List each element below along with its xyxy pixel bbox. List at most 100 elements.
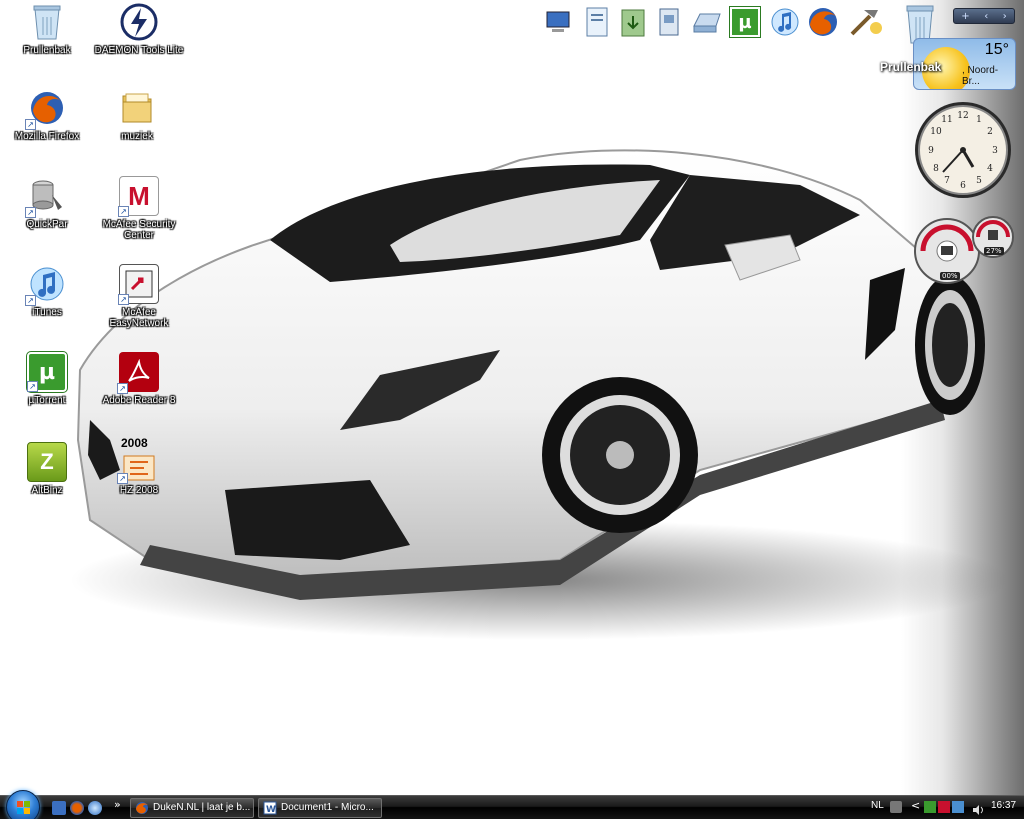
svg-text:1: 1 bbox=[976, 115, 982, 125]
shortcut-arrow-icon: ↗ bbox=[25, 207, 36, 218]
svg-text:6: 6 bbox=[960, 181, 966, 191]
svg-text:5: 5 bbox=[976, 176, 982, 186]
memory-usage-label: 27% bbox=[984, 247, 1004, 255]
dock-item-documents-2[interactable] bbox=[652, 4, 686, 40]
desktop-icon-adobe-reader[interactable]: ↗ Adobe Reader 8 bbox=[94, 352, 184, 406]
quicklaunch-firefox-icon[interactable] bbox=[70, 801, 84, 815]
shortcut-arrow-icon: ↗ bbox=[25, 119, 36, 130]
dock-item-downloads[interactable] bbox=[616, 4, 650, 40]
taskbar-clock[interactable]: 16:37 bbox=[991, 800, 1016, 811]
show-desktop-icon[interactable] bbox=[52, 801, 66, 815]
shortcut-arrow-icon: ↗ bbox=[25, 295, 36, 306]
hz2008-badge: 2008 bbox=[121, 436, 148, 450]
shortcut-arrow-icon: ↗ bbox=[117, 383, 128, 394]
tools-icon bbox=[850, 10, 882, 36]
desktop-icon-hz2008[interactable]: 2008 ↗ HZ 2008 bbox=[94, 436, 184, 496]
svg-text:12: 12 bbox=[957, 111, 968, 121]
mcafee-easynetwork-icon: ↗ bbox=[118, 264, 159, 305]
dock-item-firefox[interactable] bbox=[806, 4, 840, 40]
desktop-icon-quickpar[interactable]: ↗ QuickPar bbox=[2, 176, 92, 230]
word-icon: W bbox=[263, 801, 277, 815]
desktop-icon-label: DAEMON Tools Lite bbox=[94, 45, 184, 56]
svg-text:11: 11 bbox=[941, 115, 952, 125]
desktop-icon-label: AltBinz bbox=[31, 485, 63, 496]
tray-mcafee-icon[interactable] bbox=[938, 801, 950, 813]
shortcut-arrow-icon: ↗ bbox=[118, 294, 129, 305]
drive-icon bbox=[693, 13, 721, 33]
svg-text:2: 2 bbox=[987, 127, 993, 137]
utorrent-glyph: µ bbox=[738, 11, 752, 33]
taskbar: » DukeN.NL | laat je b... W Document1 - … bbox=[0, 790, 1024, 819]
desktop-icon-utorrent[interactable]: µ ↗ µTorrent bbox=[2, 351, 92, 406]
dock-item-computer[interactable] bbox=[542, 4, 576, 40]
tray-utorrent-icon[interactable] bbox=[924, 801, 936, 813]
firefox-icon: ↗ bbox=[25, 88, 67, 130]
keyboard-icon[interactable] bbox=[890, 801, 902, 813]
recycle-bin-icon bbox=[27, 2, 67, 42]
utorrent-icon: µ bbox=[729, 6, 761, 38]
desktop-icon-label: QuickPar bbox=[26, 219, 68, 230]
desktop-icon-label: µTorrent bbox=[28, 395, 66, 406]
desktop-icon-daemon-tools[interactable]: DAEMON Tools Lite bbox=[94, 2, 184, 56]
dock-tooltip-label: Prullenbak bbox=[880, 60, 942, 74]
daemon-tools-icon bbox=[119, 2, 159, 42]
desktop-icon-label: muziek bbox=[121, 131, 153, 142]
desktop-icon-label: Adobe Reader 8 bbox=[102, 395, 176, 406]
downloads-icon bbox=[621, 9, 645, 37]
desktop-icon-itunes[interactable]: ↗ iTunes bbox=[2, 264, 92, 318]
quicklaunch-dock: µ bbox=[540, 2, 950, 46]
start-button[interactable] bbox=[6, 790, 40, 819]
dock-item-itunes[interactable] bbox=[768, 4, 802, 40]
adobe-reader-icon: ↗ bbox=[117, 352, 159, 394]
desktop-icon-mcafee-easynetwork[interactable]: ↗ McAfee EasyNetwork bbox=[94, 264, 184, 329]
quicklaunch-overflow-icon[interactable]: » bbox=[114, 798, 121, 811]
desktop-icon-label: McAfee EasyNetwork bbox=[109, 307, 169, 329]
utorrent-icon: µ ↗ bbox=[26, 351, 68, 393]
firefox-icon bbox=[136, 802, 148, 814]
desktop-icon-label: Mozilla Firefox bbox=[14, 131, 80, 142]
svg-text:8: 8 bbox=[933, 164, 939, 174]
quickpar-icon: ↗ bbox=[25, 176, 67, 218]
desktop-icon-mcafee-security[interactable]: M ↗ McAfee Security Center bbox=[94, 176, 184, 241]
next-icon[interactable]: › bbox=[1003, 11, 1007, 22]
documents-2-icon bbox=[659, 8, 679, 36]
svg-text:10: 10 bbox=[930, 127, 942, 137]
dock-item-documents[interactable] bbox=[580, 4, 614, 40]
folder-icon bbox=[117, 88, 157, 128]
add-gadget-icon[interactable]: + bbox=[961, 11, 969, 22]
dock-item-drive[interactable] bbox=[690, 4, 724, 40]
clock-gadget[interactable]: 12 12 345 678 91011 bbox=[913, 100, 1013, 200]
itunes-icon: ↗ bbox=[25, 264, 67, 306]
mcafee-icon: M ↗ bbox=[118, 176, 159, 217]
desktop-icon-prullenbak[interactable]: Prullenbak bbox=[2, 2, 92, 56]
itunes-icon bbox=[771, 8, 799, 36]
language-indicator[interactable]: NL bbox=[871, 800, 884, 811]
desktop-icon-label: iTunes bbox=[32, 307, 62, 318]
svg-text:W: W bbox=[266, 805, 276, 815]
desktop-icon-firefox[interactable]: ↗ Mozilla Firefox bbox=[2, 88, 92, 142]
task-button-label: DukeN.NL | laat je b... bbox=[153, 802, 251, 813]
desktop-icon-label: HZ 2008 bbox=[119, 485, 159, 496]
tray-expand-icon[interactable]: < bbox=[911, 799, 920, 812]
desktop-icon-label: McAfee Security Center bbox=[102, 219, 176, 241]
quicklaunch-ie-icon[interactable] bbox=[88, 801, 102, 815]
volume-icon[interactable] bbox=[972, 801, 984, 815]
dock-item-tools[interactable] bbox=[848, 4, 882, 40]
shortcut-arrow-icon: ↗ bbox=[27, 381, 38, 392]
task-button-label: Document1 - Micro... bbox=[281, 802, 374, 813]
task-button-firefox[interactable]: DukeN.NL | laat je b... bbox=[130, 798, 254, 818]
weather-temperature: 15° bbox=[984, 41, 1009, 58]
windows-logo-icon bbox=[17, 801, 30, 814]
cpu-usage-label: 00% bbox=[940, 272, 960, 280]
desktop-icon-altbinz[interactable]: Z AltBinz bbox=[2, 442, 92, 496]
prev-icon[interactable]: ‹ bbox=[984, 11, 988, 22]
svg-text:9: 9 bbox=[928, 146, 934, 156]
dock-item-utorrent[interactable]: µ bbox=[728, 4, 762, 40]
tray-network-icon[interactable] bbox=[952, 801, 964, 813]
svg-text:4: 4 bbox=[987, 164, 993, 174]
desktop-icon-muziek[interactable]: muziek bbox=[92, 88, 182, 142]
altbinz-icon: Z bbox=[27, 442, 67, 482]
hz2008-icon: 2008 ↗ bbox=[117, 436, 159, 484]
desktop-icon-label: Prullenbak bbox=[23, 45, 71, 56]
task-button-word[interactable]: W Document1 - Micro... bbox=[258, 798, 382, 818]
